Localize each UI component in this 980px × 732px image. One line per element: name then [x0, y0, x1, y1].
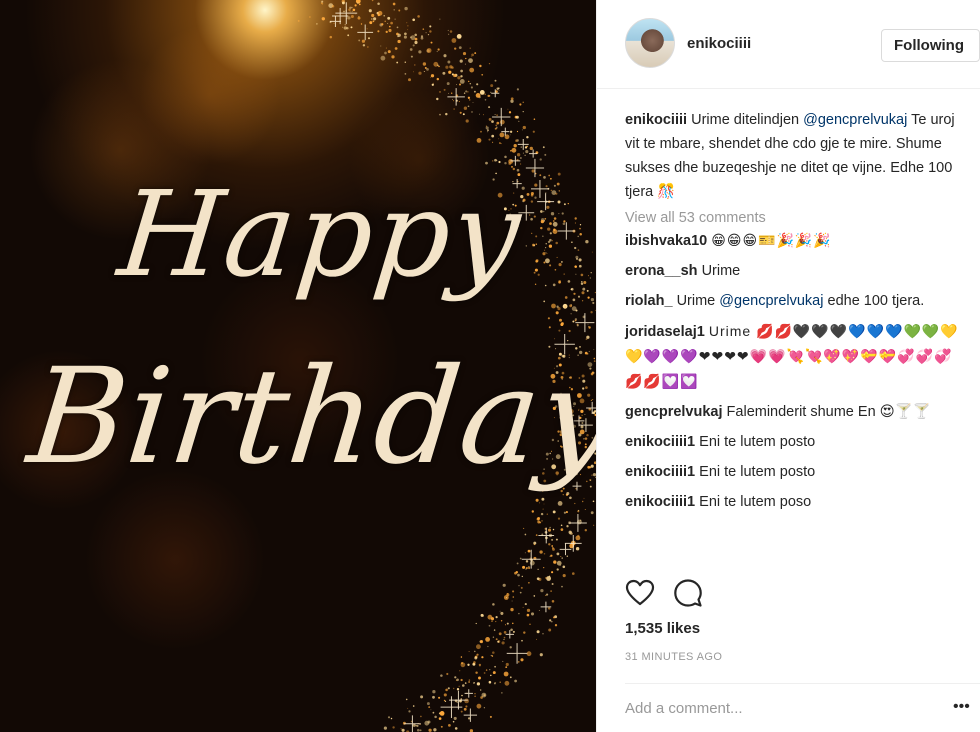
more-options-icon[interactable]: ••• — [953, 698, 970, 716]
comment-mention[interactable]: @gencprelvukaj — [719, 293, 823, 309]
comment-text: Eni te lutem poso — [699, 494, 812, 510]
post-side-panel: enikociiii Following enikociiii Urime di… — [596, 0, 980, 732]
comment-text: Urime — [701, 263, 741, 279]
comment-item: enikociiii1 Eni te lutem poso — [625, 490, 965, 514]
following-button[interactable]: Following — [881, 29, 980, 62]
comment-username[interactable]: ibishvaka10 — [625, 233, 707, 249]
post-header: enikociiii Following — [597, 0, 980, 89]
photo-text: Happy Birthday — [0, 0, 596, 732]
comment-username[interactable]: enikociiii1 — [625, 494, 695, 510]
comment-username[interactable]: enikociiii1 — [625, 464, 695, 480]
caption-mention[interactable]: @gencprelvukaj — [803, 112, 907, 128]
comment-item: riolah_ Urime @gencprelvukaj edhe 100 tj… — [625, 289, 965, 313]
comment-username[interactable]: enikociiii1 — [625, 434, 695, 450]
comment-text-start: Urime — [676, 293, 720, 309]
comment-text: 😁😁😁🎫🎉🎉🎉 — [711, 232, 832, 248]
post-timestamp[interactable]: 31 MINUTES AGO — [625, 651, 722, 663]
comment-username[interactable]: joridaselaj1 — [625, 324, 705, 340]
comment-bubble-icon[interactable] — [673, 578, 703, 608]
header-username[interactable]: enikociiii — [687, 35, 751, 52]
comment-text: Eni te lutem posto — [699, 464, 816, 480]
comment-item: joridaselaj1 Urime 💋💋🖤🖤🖤💙💙💙💚💚💛💛💜💜💜❤❤❤❤💗💗… — [625, 319, 965, 394]
comment-item: erona__sh Urime — [625, 259, 965, 283]
comment-item: gencprelvukaj Faleminderit shume En 😍🍸🍸 — [625, 400, 965, 424]
photo-text-birthday: Birthday — [21, 340, 596, 494]
avatar[interactable] — [625, 18, 675, 68]
comments-list: enikociiii Urime ditelindjen @gencprelvu… — [625, 108, 965, 514]
comment-text: Eni te lutem posto — [699, 434, 816, 450]
comment-username[interactable]: gencprelvukaj — [625, 404, 723, 420]
comment-username[interactable]: erona__sh — [625, 263, 698, 279]
heart-icon[interactable] — [625, 578, 655, 608]
comment-item: ibishvaka10 😁😁😁🎫🎉🎉🎉 — [625, 228, 965, 253]
comment-text-end: edhe 100 tjera. — [823, 293, 925, 309]
divider — [625, 683, 980, 684]
caption-text-start: Urime ditelindjen — [691, 112, 804, 128]
comment-text: Faleminderit shume En 😍🍸🍸 — [726, 404, 931, 420]
post-photo[interactable]: Happy Birthday — [0, 0, 596, 732]
comment-username[interactable]: riolah_ — [625, 293, 673, 309]
comment-item: enikociiii1 Eni te lutem posto — [625, 460, 965, 484]
add-comment-input[interactable] — [625, 697, 955, 719]
caption-username[interactable]: enikociiii — [625, 112, 687, 128]
likes-count[interactable]: 1,535 likes — [625, 620, 700, 637]
comment-item: enikociiii1 Eni te lutem posto — [625, 430, 965, 454]
post-actions — [625, 578, 965, 610]
photo-text-happy: Happy — [112, 165, 529, 303]
caption: enikociiii Urime ditelindjen @gencprelvu… — [625, 108, 965, 204]
view-all-comments-link[interactable]: View all 53 comments — [625, 208, 965, 228]
